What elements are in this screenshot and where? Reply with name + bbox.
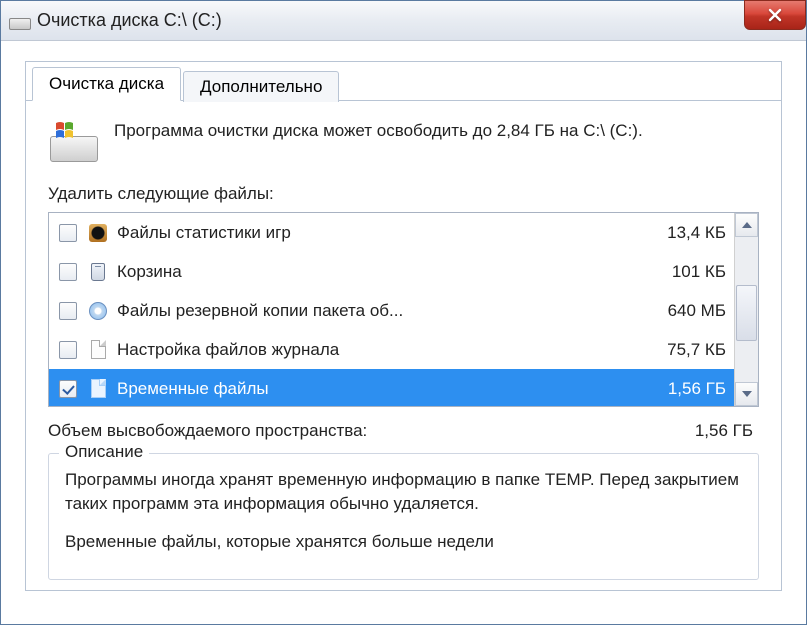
scroll-down-button[interactable] xyxy=(735,382,758,406)
file-icon xyxy=(87,378,109,400)
item-label: Настройка файлов журнала xyxy=(117,340,634,360)
checkbox[interactable] xyxy=(59,380,77,398)
files-listbox: Файлы статистики игр 13,4 КБ Корзина 101… xyxy=(48,212,759,407)
item-size: 13,4 КБ xyxy=(646,223,726,243)
list-item[interactable]: Файлы резервной копии пакета об... 640 М… xyxy=(49,291,734,330)
dialog-content: Очистка диска Дополнительно Программ xyxy=(1,41,806,591)
item-label: Файлы резервной копии пакета об... xyxy=(117,301,634,321)
files-list[interactable]: Файлы статистики игр 13,4 КБ Корзина 101… xyxy=(49,213,734,406)
file-icon xyxy=(87,339,109,361)
tab-cleanup[interactable]: Очистка диска xyxy=(32,67,181,101)
total-value: 1,56 ГБ xyxy=(695,421,753,441)
description-paragraph-1: Программы иногда хранят временную информ… xyxy=(65,468,742,516)
total-label: Объем высвобождаемого пространства: xyxy=(48,421,367,441)
disk-cleanup-app-icon xyxy=(9,12,29,30)
intro-row: Программа очистки диска может освободить… xyxy=(48,120,759,162)
close-button[interactable] xyxy=(744,0,806,30)
item-size: 640 МБ xyxy=(646,301,726,321)
tab-body: Программа очистки диска может освободить… xyxy=(26,100,781,590)
item-label: Корзина xyxy=(117,262,634,282)
disk-cleanup-icon xyxy=(48,120,100,162)
tab-more-options[interactable]: Дополнительно xyxy=(183,71,339,102)
titlebar[interactable]: Очистка диска C:\ (C:) xyxy=(1,1,806,41)
scroll-up-button[interactable] xyxy=(735,213,758,237)
list-item[interactable]: Временные файлы 1,56 ГБ xyxy=(49,369,734,406)
disk-cleanup-window: Очистка диска C:\ (C:) Очистка диска Доп… xyxy=(0,0,807,625)
item-size: 75,7 КБ xyxy=(646,340,726,360)
files-to-delete-label: Удалить следующие файлы: xyxy=(48,184,759,204)
windows-flag-icon xyxy=(54,120,78,142)
chevron-up-icon xyxy=(742,222,752,228)
description-group: Описание Программы иногда хранят временн… xyxy=(48,453,759,580)
description-body: Программы иногда хранят временную информ… xyxy=(65,468,742,553)
total-row: Объем высвобождаемого пространства: 1,56… xyxy=(48,421,759,441)
close-icon xyxy=(767,7,783,23)
chevron-down-icon xyxy=(742,391,752,397)
scrollbar-thumb[interactable] xyxy=(736,285,757,341)
item-label: Временные файлы xyxy=(117,379,634,399)
checkbox[interactable] xyxy=(59,302,77,320)
game-stats-icon xyxy=(87,222,109,244)
intro-text: Программа очистки диска может освободить… xyxy=(114,120,643,143)
item-size: 1,56 ГБ xyxy=(646,379,726,399)
dialog-frame: Очистка диска Дополнительно Программ xyxy=(25,61,782,591)
checkbox[interactable] xyxy=(59,263,77,281)
description-paragraph-2: Временные файлы, которые хранятся больше… xyxy=(65,530,742,554)
list-item[interactable]: Корзина 101 КБ xyxy=(49,252,734,291)
window-title: Очистка диска C:\ (C:) xyxy=(37,10,798,31)
checkbox[interactable] xyxy=(59,341,77,359)
backup-disc-icon xyxy=(87,300,109,322)
checkbox[interactable] xyxy=(59,224,77,242)
scrollbar-track[interactable] xyxy=(735,237,758,382)
scrollbar[interactable] xyxy=(734,213,758,406)
description-title: Описание xyxy=(59,442,149,462)
list-item[interactable]: Файлы статистики игр 13,4 КБ xyxy=(49,213,734,252)
item-label: Файлы статистики игр xyxy=(117,223,634,243)
item-size: 101 КБ xyxy=(646,262,726,282)
recycle-bin-icon xyxy=(87,261,109,283)
tab-strip: Очистка диска Дополнительно xyxy=(26,62,781,101)
list-item[interactable]: Настройка файлов журнала 75,7 КБ xyxy=(49,330,734,369)
